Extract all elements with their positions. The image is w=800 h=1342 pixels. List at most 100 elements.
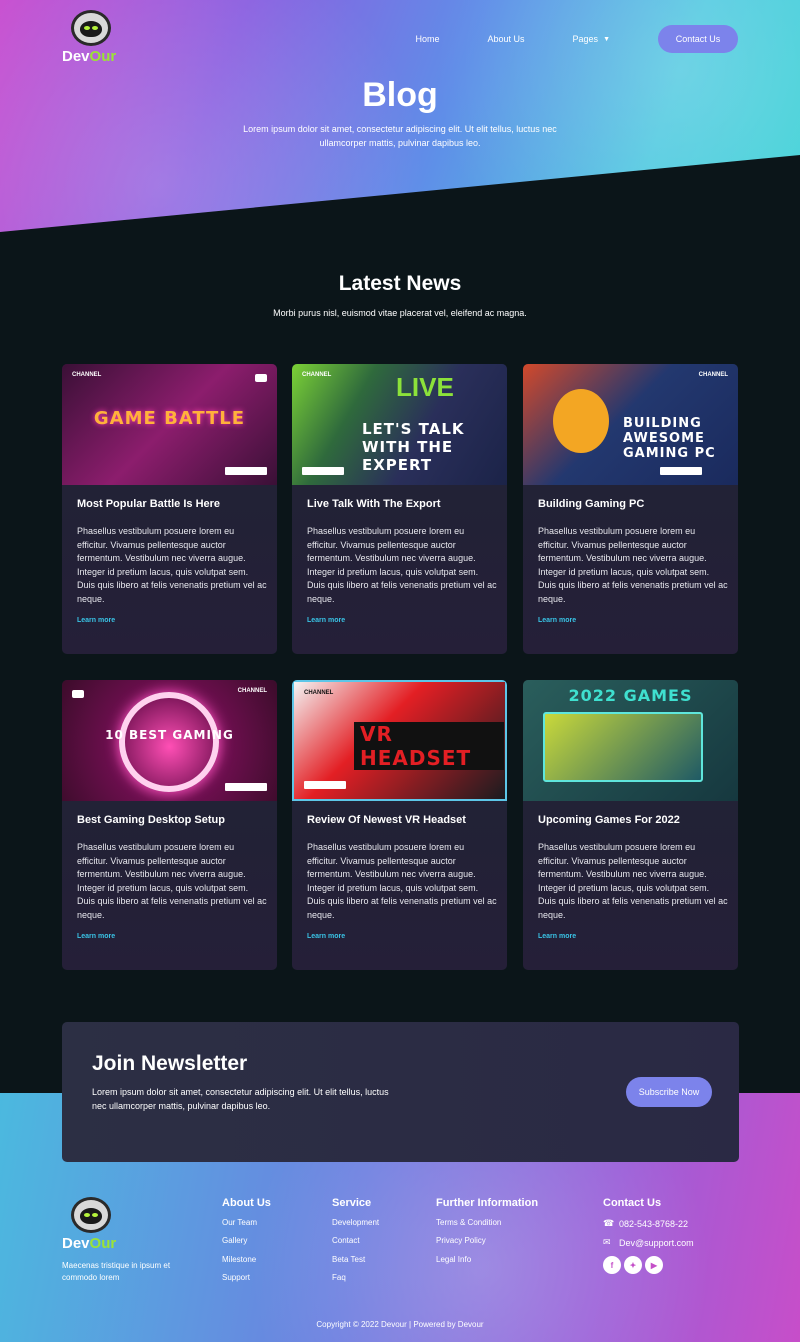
news-card[interactable]: CHANNEL LIVE LET'S TALK WITH THE EXPERT … bbox=[292, 364, 507, 654]
news-card[interactable]: CHANNEL VR HEADSET Review Of Newest VR H… bbox=[292, 680, 507, 970]
facebook-icon[interactable]: f bbox=[603, 1256, 621, 1274]
news-card[interactable]: CHANNEL BUILDING AWESOME GAMING PC Build… bbox=[523, 364, 738, 654]
card-excerpt: Phasellus vestibulum posuere lorem eu ef… bbox=[77, 842, 267, 920]
learn-more-link[interactable]: Learn more bbox=[307, 617, 345, 624]
learn-more-link[interactable]: Learn more bbox=[307, 933, 345, 940]
footer-link[interactable]: Privacy Policy bbox=[436, 1236, 538, 1245]
learn-more-link[interactable]: Learn more bbox=[77, 933, 115, 940]
social-links: f ✦ ▶ bbox=[603, 1256, 694, 1274]
newsletter-title: Join Newsletter bbox=[92, 1052, 248, 1075]
footer-description: Maecenas tristique in ipsum et commodo l… bbox=[62, 1261, 171, 1282]
footer-column-title: Contact Us bbox=[603, 1197, 662, 1209]
card-title[interactable]: Review Of Newest VR Headset bbox=[307, 814, 466, 826]
card-excerpt: Phasellus vestibulum posuere lorem eu ef… bbox=[307, 842, 497, 920]
card-title[interactable]: Upcoming Games For 2022 bbox=[538, 814, 680, 826]
footer-link[interactable]: Milestone bbox=[222, 1255, 271, 1264]
footer-column-title: Service bbox=[332, 1197, 372, 1209]
subscribe-badge-icon bbox=[302, 467, 344, 475]
card-excerpt: Phasellus vestibulum posuere lorem eu ef… bbox=[538, 842, 728, 920]
nav-pages[interactable]: Pages ▼ bbox=[573, 34, 610, 44]
channel-label: CHANNEL bbox=[698, 372, 728, 378]
card-title[interactable]: Live Talk With The Export bbox=[307, 498, 441, 510]
card-title[interactable]: Best Gaming Desktop Setup bbox=[77, 814, 225, 826]
thumbnail-text: VR HEADSET bbox=[354, 722, 504, 770]
card-thumbnail[interactable]: CHANNEL 10 BEST GAMING bbox=[62, 680, 277, 801]
news-card[interactable]: CHANNEL GAME BATTLE Most Popular Battle … bbox=[62, 364, 277, 654]
card-thumbnail[interactable]: CHANNEL LIVE LET'S TALK WITH THE EXPERT bbox=[292, 364, 507, 485]
card-thumbnail[interactable]: CHANNEL BUILDING AWESOME GAMING PC bbox=[523, 364, 738, 485]
logo-wordmark: DevOur bbox=[62, 1235, 117, 1252]
subscribe-badge-icon bbox=[225, 783, 267, 791]
channel-label: CHANNEL bbox=[72, 372, 102, 378]
learn-more-link[interactable]: Learn more bbox=[77, 617, 115, 624]
logo-mascot-icon bbox=[71, 1197, 111, 1233]
footer-column-title: About Us bbox=[222, 1197, 271, 1209]
card-excerpt: Phasellus vestibulum posuere lorem eu ef… bbox=[538, 526, 728, 604]
thumbnail-text: GAME BATTLE bbox=[93, 408, 246, 429]
youtube-icon bbox=[72, 690, 84, 698]
newsletter-box: Join Newsletter Lorem ipsum dolor sit am… bbox=[62, 1022, 739, 1162]
youtube-icon[interactable]: ▶ bbox=[645, 1256, 663, 1274]
nav-about[interactable]: About Us bbox=[488, 34, 525, 44]
news-card[interactable]: 2022 GAMES Upcoming Games For 2022 Phase… bbox=[523, 680, 738, 970]
channel-label: CHANNEL bbox=[302, 372, 332, 378]
phone-number: 082-543-8768-22 bbox=[619, 1218, 689, 1229]
twitter-icon[interactable]: ✦ bbox=[624, 1256, 642, 1274]
card-thumbnail[interactable]: CHANNEL VR HEADSET bbox=[292, 680, 507, 801]
footer-link[interactable]: Faq bbox=[332, 1273, 379, 1282]
contact-email[interactable]: ✉ Dev@support.com bbox=[603, 1237, 694, 1248]
subscribe-button[interactable]: Subscribe Now bbox=[626, 1077, 712, 1107]
neon-ring-illustration bbox=[119, 692, 219, 792]
nav-home[interactable]: Home bbox=[415, 34, 439, 44]
game-screenshot-illustration bbox=[543, 712, 703, 782]
footer-link[interactable]: Terms & Condition bbox=[436, 1218, 538, 1227]
page-subtitle: Lorem ipsum dolor sit amet, consectetur … bbox=[243, 124, 557, 148]
site-logo[interactable]: DevOur bbox=[62, 10, 122, 66]
thumbnail-live-text: LIVE bbox=[396, 372, 454, 402]
logo-mascot-icon bbox=[71, 10, 111, 46]
footer-link[interactable]: Contact bbox=[332, 1236, 379, 1245]
channel-label: CHANNEL bbox=[237, 688, 267, 694]
chevron-down-icon: ▼ bbox=[603, 35, 610, 43]
footer-service-column: Service Development Contact Beta Test Fa… bbox=[332, 1197, 379, 1292]
thumbnail-text: LET'S TALK WITH THE EXPERT bbox=[362, 420, 465, 474]
learn-more-link[interactable]: Learn more bbox=[538, 933, 576, 940]
phone-icon: ☎ bbox=[603, 1218, 615, 1228]
footer-link[interactable]: Beta Test bbox=[332, 1255, 379, 1264]
page-title: Blog bbox=[362, 76, 438, 114]
learn-more-link[interactable]: Learn more bbox=[538, 617, 576, 624]
copyright-text: Copyright © 2022 Devour | Powered by Dev… bbox=[316, 1320, 484, 1329]
news-section-subtitle: Morbi purus nisl, euismod vitae placerat… bbox=[273, 308, 527, 318]
contact-phone[interactable]: ☎ 082-543-8768-22 bbox=[603, 1218, 694, 1229]
email-address: Dev@support.com bbox=[619, 1237, 694, 1248]
footer-link[interactable]: Support bbox=[222, 1273, 271, 1282]
thumbnail-text: 10 BEST GAMING bbox=[105, 728, 234, 742]
footer-column-title: Further Information bbox=[436, 1197, 539, 1209]
footer-about-column: About Us Our Team Gallery Milestone Supp… bbox=[222, 1197, 271, 1292]
youtube-icon bbox=[255, 374, 267, 382]
card-title[interactable]: Building Gaming PC bbox=[538, 498, 644, 510]
subscribe-badge-icon bbox=[660, 467, 702, 475]
footer-logo[interactable]: DevOur bbox=[62, 1197, 122, 1253]
footer-link[interactable]: Legal Info bbox=[436, 1255, 538, 1264]
robot-illustration bbox=[553, 389, 609, 453]
subscribe-badge-icon bbox=[225, 467, 267, 475]
thumbnail-text: BUILDING AWESOME GAMING PC bbox=[623, 416, 716, 461]
news-card[interactable]: CHANNEL 10 BEST GAMING Best Gaming Deskt… bbox=[62, 680, 277, 970]
thumbnail-text: 2022 GAMES bbox=[568, 686, 693, 705]
envelope-icon: ✉ bbox=[603, 1237, 611, 1247]
card-excerpt: Phasellus vestibulum posuere lorem eu ef… bbox=[307, 526, 497, 604]
footer-link[interactable]: Our Team bbox=[222, 1218, 271, 1227]
card-thumbnail[interactable]: CHANNEL GAME BATTLE bbox=[62, 364, 277, 485]
news-section-title: Latest News bbox=[338, 272, 462, 295]
contact-button[interactable]: Contact Us bbox=[658, 25, 738, 53]
card-title[interactable]: Most Popular Battle Is Here bbox=[77, 498, 220, 510]
footer-contact-column: Contact Us ☎ 082-543-8768-22 ✉ Dev@suppo… bbox=[603, 1197, 694, 1274]
card-thumbnail[interactable]: 2022 GAMES bbox=[523, 680, 738, 801]
card-excerpt: Phasellus vestibulum posuere lorem eu ef… bbox=[77, 526, 267, 604]
newsletter-text: Lorem ipsum dolor sit amet, consectetur … bbox=[92, 1087, 389, 1111]
subscribe-badge-icon bbox=[304, 781, 346, 789]
footer-link[interactable]: Development bbox=[332, 1218, 379, 1227]
main-nav: Home About Us Pages ▼ Contact Us bbox=[415, 25, 738, 53]
footer-link[interactable]: Gallery bbox=[222, 1236, 271, 1245]
